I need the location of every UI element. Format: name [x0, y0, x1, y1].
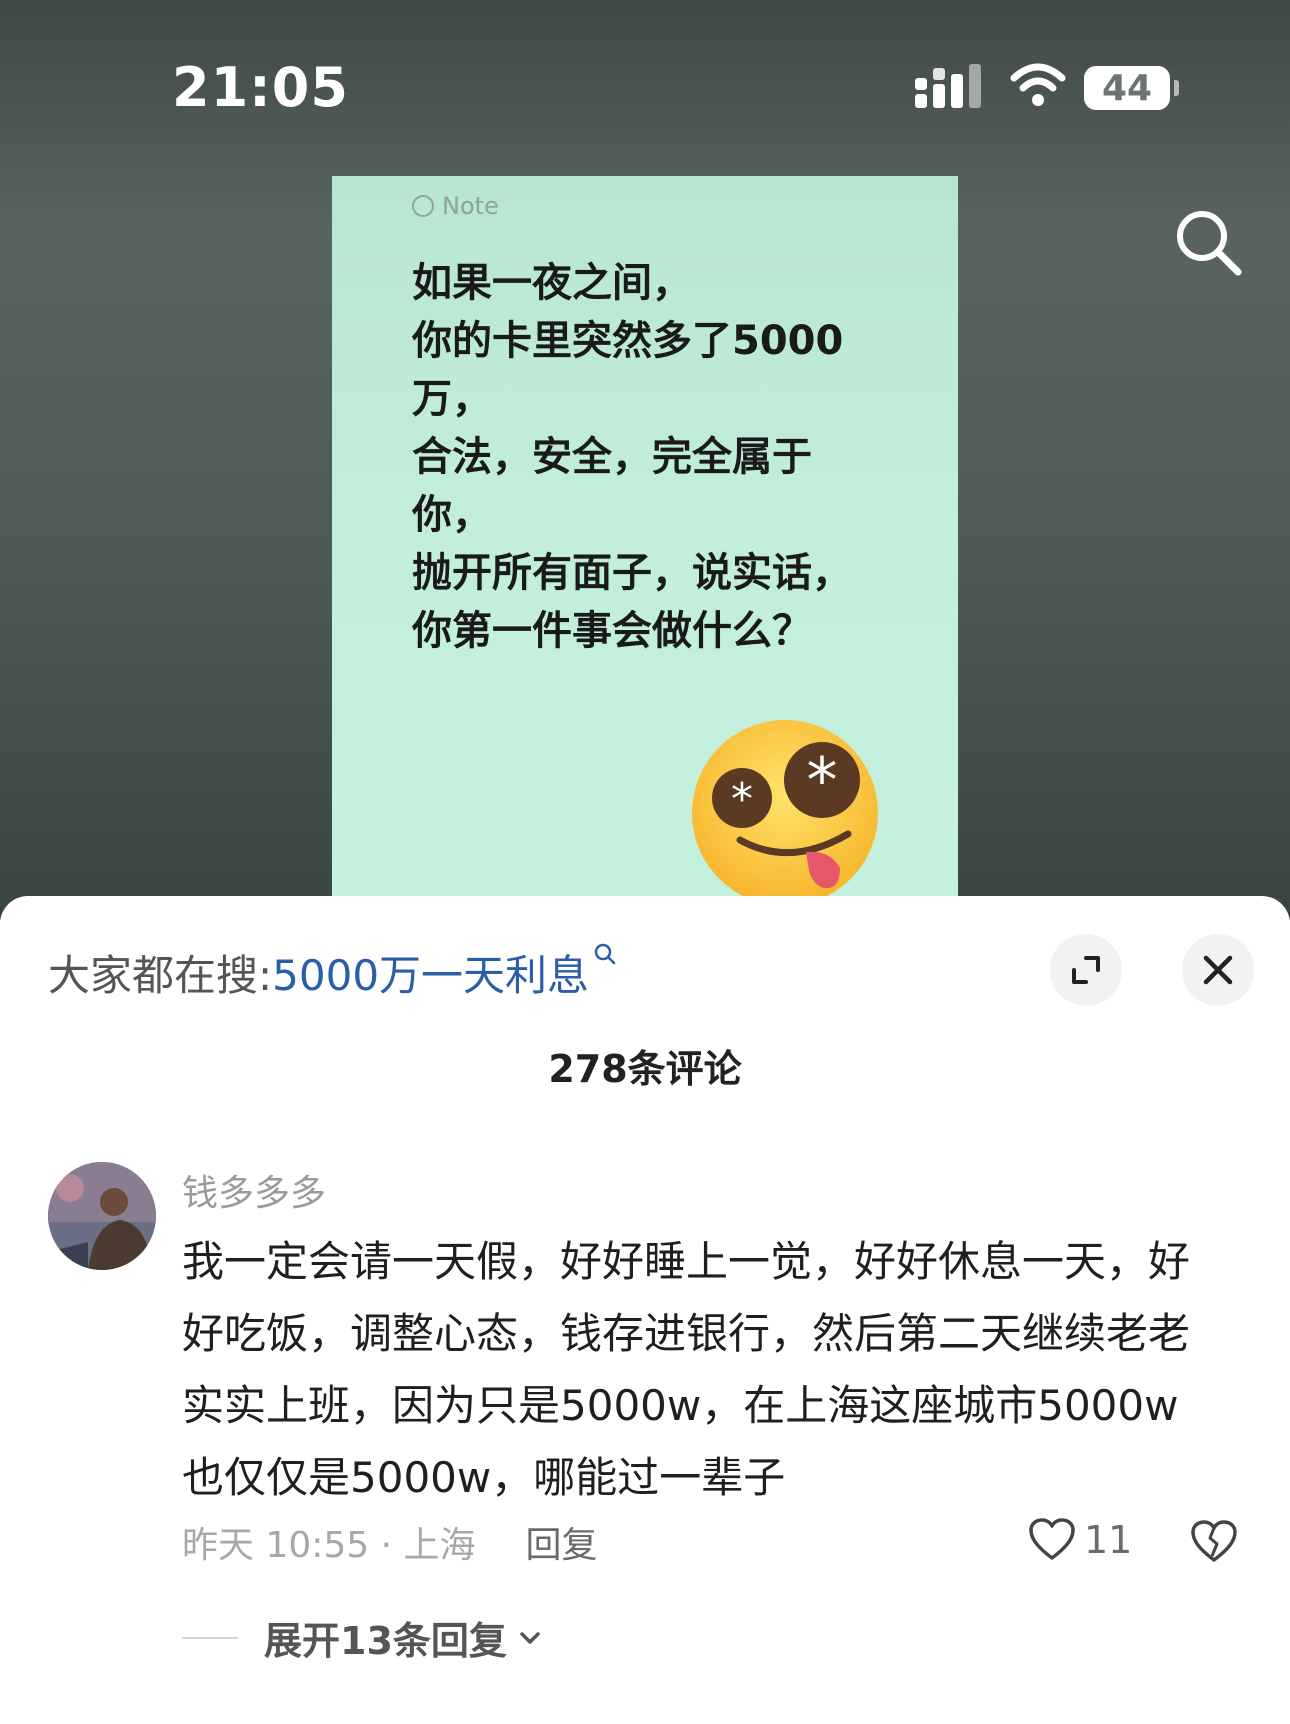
expand-button[interactable] — [1050, 934, 1122, 1006]
video-background: 21:05 44 Note 如果一夜之间， 你的卡里突然多了5000 万， 合法… — [0, 0, 1290, 920]
comment-count: 278条评论 — [548, 1047, 742, 1091]
note-line: 合法，安全，完全属于 — [412, 434, 812, 480]
note-text: 如果一夜之间， 你的卡里突然多了5000 万， 合法，安全，完全属于 你， 抛开… — [412, 254, 932, 660]
note-image: Note 如果一夜之间， 你的卡里突然多了5000 万， 合法，安全，完全属于 … — [332, 176, 958, 896]
trending-search[interactable]: 大家都在搜: 5000万一天利息 — [48, 942, 617, 1003]
svg-text:*: * — [807, 744, 838, 817]
divider — [182, 1636, 238, 1639]
heart-icon — [1029, 1518, 1075, 1560]
comment-text: 我一定会请一天假，好好睡上一觉，好好休息一天，好 好吃饭，调整心态，钱存进银行，… — [182, 1226, 1252, 1514]
trending-search-prefix: 大家都在搜: — [48, 951, 273, 1000]
search-icon — [1177, 211, 1242, 276]
avatar[interactable] — [48, 1162, 156, 1270]
note-header-label: Note — [442, 192, 499, 220]
close-button[interactable] — [1182, 934, 1254, 1006]
battery-nub — [1174, 80, 1179, 96]
comment-line: 实实上班，因为只是5000w，在上海这座城市5000w — [182, 1381, 1179, 1430]
battery-level: 44 — [1101, 67, 1153, 109]
comment-time-location: 昨天 10:55 · 上海 — [182, 1525, 476, 1566]
like-count: 11 — [1084, 1518, 1133, 1562]
search-button[interactable] — [1172, 206, 1244, 278]
comment-line: 我一定会请一天假，好好睡上一觉，好好休息一天，好 — [182, 1237, 1191, 1286]
note-header: Note — [412, 192, 499, 220]
dislike-button[interactable] — [1190, 1520, 1238, 1568]
note-line: 万， — [412, 376, 492, 422]
note-line: 抛开所有面子，说实话， — [412, 550, 852, 596]
note-line: 如果一夜之间， — [412, 260, 692, 306]
svg-text:*: * — [731, 774, 753, 825]
expand-icon — [1072, 956, 1100, 984]
comment-meta: 昨天 10:55 · 上海 回复 — [182, 1516, 598, 1568]
trending-search-query[interactable]: 5000万一天利息 — [272, 942, 589, 1003]
comment-username[interactable]: 钱多多多 — [182, 1164, 326, 1216]
note-line: 你第一件事会做什么？ — [412, 608, 812, 654]
comment-line: 也仅仅是5000w，哪能过一辈子 — [182, 1453, 786, 1502]
comments-sheet: 大家都在搜: 5000万一天利息 278条评论 钱多多多 我一定会请一天假，好好… — [0, 896, 1290, 1724]
money-eyes-emoji-icon: * * — [692, 720, 878, 896]
comment-line: 好吃饭，调整心态，钱存进银行，然后第二天继续老老 — [182, 1309, 1191, 1358]
reply-button[interactable]: 回复 — [526, 1516, 598, 1568]
cellular-signal-icon — [915, 64, 981, 108]
user-avatar-image — [48, 1162, 156, 1270]
battery-indicator: 44 — [1084, 66, 1170, 110]
status-time: 21:05 — [172, 56, 349, 119]
search-icon — [594, 943, 616, 965]
close-icon — [1203, 955, 1233, 985]
expand-replies-label: 展开13条回复 — [264, 1619, 507, 1663]
broken-heart-icon — [1191, 1520, 1237, 1562]
expand-replies-button[interactable]: 展开13条回复 — [182, 1610, 545, 1665]
chevron-down-icon — [520, 1631, 540, 1644]
note-line: 你的卡里突然多了5000 — [412, 318, 844, 364]
note-circle-icon — [412, 195, 434, 217]
note-line: 你， — [412, 492, 492, 538]
wifi-icon — [1010, 63, 1066, 106]
like-button[interactable]: 11 — [1028, 1518, 1132, 1562]
